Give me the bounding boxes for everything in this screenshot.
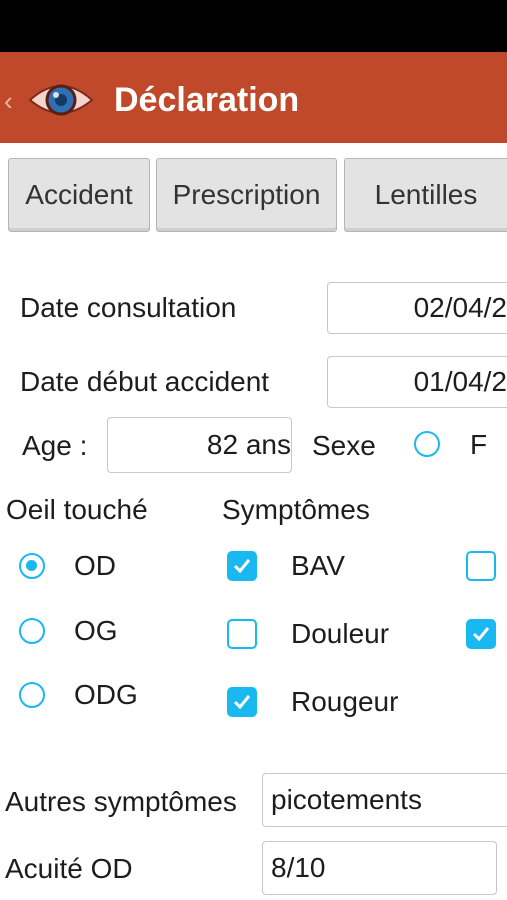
- oeil-og-label: OG: [74, 615, 118, 646]
- symptome-rougeur-checkbox[interactable]: [227, 687, 257, 717]
- autres-symptomes-value: picotements: [271, 784, 422, 815]
- symptome-douleur-label: Douleur: [291, 618, 390, 649]
- tab-prescription[interactable]: Prescription: [156, 158, 337, 232]
- oeil-touche-label: Oeil touché: [6, 494, 148, 525]
- date-debut-accident-field[interactable]: 01/04/2: [327, 356, 507, 408]
- symptome-bav-label: BAV: [291, 550, 345, 581]
- date-debut-accident-value: 01/04/2: [413, 366, 507, 397]
- sexe-label: Sexe: [312, 430, 376, 461]
- age-label: Age :: [22, 430, 88, 461]
- date-consultation-label: Date consultation: [20, 292, 237, 323]
- back-caret-icon[interactable]: ‹: [4, 88, 13, 114]
- age-field[interactable]: 82 ans: [107, 417, 292, 473]
- symptome-extra-checkbox-2[interactable]: [466, 619, 496, 649]
- oeil-odg-label: ODG: [74, 679, 138, 710]
- acuite-od-value: 8/10: [271, 852, 326, 883]
- tab-lentilles[interactable]: Lentilles: [344, 158, 507, 232]
- oeil-og-radio[interactable]: [19, 618, 45, 644]
- status-bar: [0, 0, 507, 52]
- oeil-odg-radio[interactable]: [19, 682, 45, 708]
- autres-symptomes-label: Autres symptômes: [5, 786, 237, 817]
- checkmark-icon: [233, 695, 251, 710]
- oeil-od-label: OD: [74, 550, 116, 581]
- eye-icon[interactable]: [26, 74, 96, 124]
- date-debut-accident-label: Date début accident: [20, 366, 270, 397]
- age-value: 82 ans: [206, 429, 291, 460]
- sexe-f-label: F: [470, 429, 488, 460]
- checkmark-icon: [233, 559, 251, 574]
- symptome-douleur-checkbox[interactable]: [227, 619, 257, 649]
- page-title: Déclaration: [114, 81, 300, 119]
- symptome-extra-checkbox-1[interactable]: [466, 551, 496, 581]
- symptomes-label: Symptômes: [222, 494, 370, 525]
- date-consultation-field[interactable]: 02/04/2: [327, 282, 507, 334]
- date-consultation-value: 02/04/2: [413, 292, 507, 323]
- symptome-rougeur-label: Rougeur: [291, 686, 399, 717]
- checkmark-icon: [472, 627, 490, 642]
- acuite-od-label: Acuité OD: [5, 853, 133, 884]
- acuite-od-field[interactable]: 8/10: [262, 841, 497, 895]
- sexe-f-radio[interactable]: [414, 431, 440, 457]
- tab-accident[interactable]: Accident: [8, 158, 150, 232]
- symptome-bav-checkbox[interactable]: [227, 551, 257, 581]
- oeil-od-radio[interactable]: [19, 553, 45, 579]
- autres-symptomes-field[interactable]: picotements: [262, 773, 507, 827]
